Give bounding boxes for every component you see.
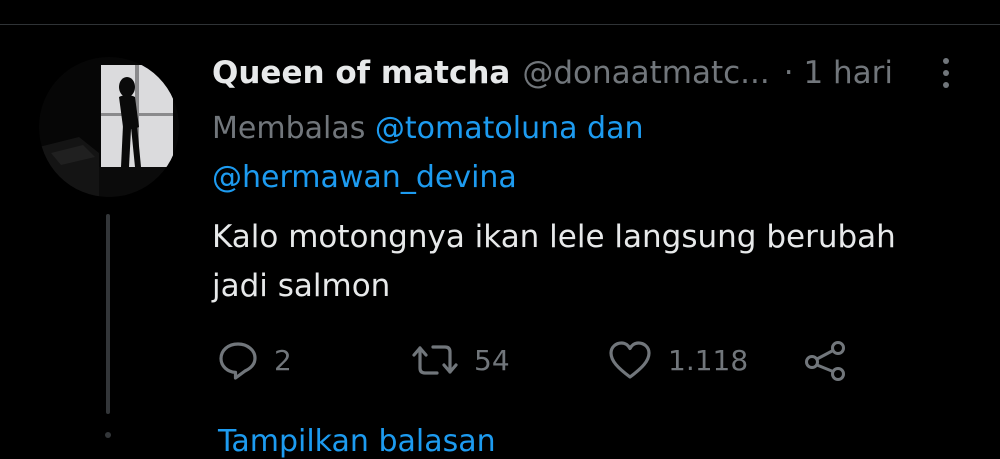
retweet-button[interactable]: 54 [410,330,510,390]
tweet-text-line: Kalo motongnya ikan lele langsung beruba… [212,219,896,255]
like-button[interactable]: 1.118 [606,330,748,390]
more-options-button[interactable] [932,55,960,95]
tweet-header: Queen of matcha @donaatmatc... · 1 hari [212,50,893,96]
action-bar: 2 54 1.118 [0,330,1000,390]
reply-and: dan [587,111,644,146]
user-handle[interactable]: @donaatmatc... [522,55,769,91]
show-replies-link[interactable]: Tampilkan balasan [218,424,496,459]
heart-icon [606,338,654,382]
reply-context: Membalas @tomatoluna dan @hermawan_devin… [212,104,772,202]
share-button[interactable] [802,330,850,390]
share-icon [802,338,850,382]
reply-prefix: Membalas [212,111,366,146]
timestamp[interactable]: · 1 hari [784,55,893,91]
reply-count: 2 [274,343,292,377]
retweet-count: 54 [474,343,510,377]
avatar-image [39,57,179,197]
tweet-text: Kalo motongnya ikan lele langsung beruba… [212,213,952,311]
mention-link[interactable]: @tomatoluna [375,111,578,146]
top-divider [0,24,1000,25]
mention-link[interactable]: @hermawan_devina [212,160,517,195]
reply-icon [216,338,260,382]
more-vertical-icon [932,58,960,88]
tweet-text-line: jadi salmon [212,268,391,304]
reply-button[interactable]: 2 [216,330,292,390]
retweet-icon [410,338,460,382]
avatar[interactable] [39,57,179,197]
like-count: 1.118 [668,343,749,377]
display-name[interactable]: Queen of matcha [212,55,510,91]
thread-dot [105,432,111,438]
